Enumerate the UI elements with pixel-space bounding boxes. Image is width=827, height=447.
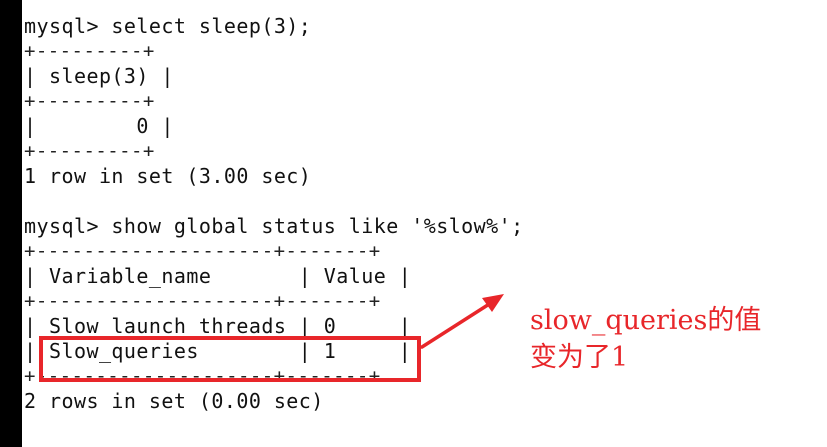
annotation-line-1: slow_queries的值 bbox=[530, 305, 762, 336]
command-line: mysql> show global status like '%slow%'; bbox=[24, 214, 524, 238]
table-row: | 0 | bbox=[24, 114, 174, 138]
highlight-box bbox=[39, 336, 421, 382]
result-summary: 1 row in set (3.00 sec) bbox=[24, 164, 312, 188]
terminal-left-edge bbox=[0, 0, 22, 447]
annotation-line-2: 变为了1 bbox=[530, 342, 629, 373]
annotation-arrow-icon bbox=[420, 294, 504, 349]
annotation-text: slow_queries的值 变为了1 bbox=[530, 302, 761, 376]
table-border: +---------+ bbox=[24, 140, 155, 162]
table-header-row: | Variable_name | Value | bbox=[24, 264, 412, 288]
table-border: +---------+ bbox=[24, 40, 155, 62]
table-border: +---------+ bbox=[24, 90, 155, 112]
table-header-row: | sleep(3) | bbox=[24, 64, 174, 88]
result-summary: 2 rows in set (0.00 sec) bbox=[24, 389, 324, 413]
command-line: mysql> select sleep(3); bbox=[24, 14, 312, 38]
table-border: +--------------------+-------+ bbox=[24, 240, 381, 262]
